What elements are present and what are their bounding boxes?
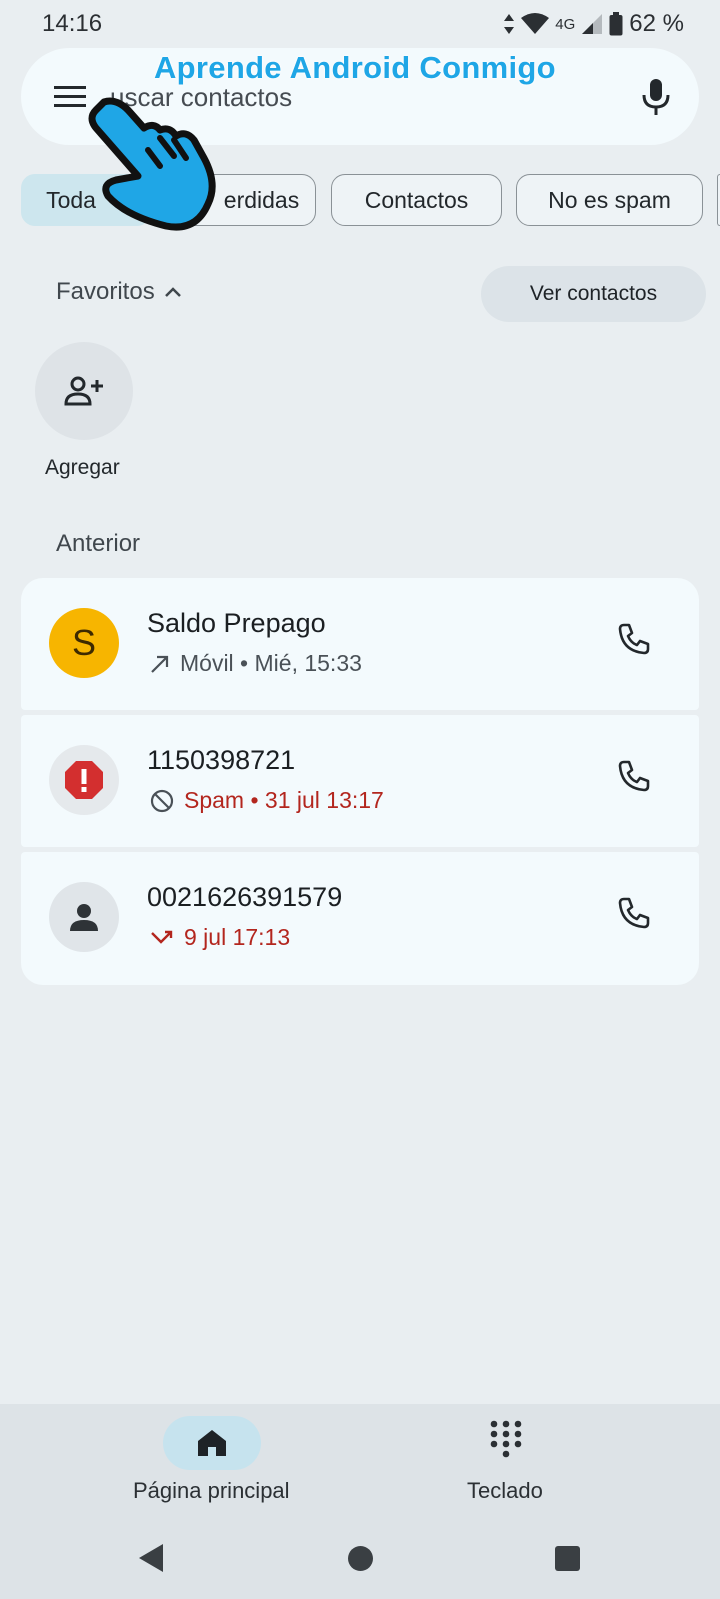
data-arrows-icon <box>504 14 515 34</box>
outgoing-call-icon <box>151 655 169 673</box>
nav-home-button[interactable] <box>163 1416 261 1470</box>
call-row[interactable] <box>21 578 699 710</box>
chip-not-spam[interactable]: No es spam <box>516 174 703 226</box>
recents-icon[interactable] <box>555 1546 580 1571</box>
status-time: 14:16 <box>42 10 103 37</box>
contact-avatar <box>49 882 119 952</box>
call-row[interactable] <box>21 852 699 985</box>
phone-icon <box>618 897 650 929</box>
call-button[interactable] <box>617 759 651 798</box>
chip-label: No es spam <box>548 186 671 213</box>
dialpad-icon[interactable] <box>490 1420 522 1463</box>
battery-icon <box>609 12 623 36</box>
call-details: Spam • 31 jul 13:17 <box>150 787 384 814</box>
pointing-hand-icon <box>76 88 222 239</box>
call-button[interactable] <box>617 622 651 661</box>
phone-icon <box>618 623 650 655</box>
call-detail-text: 9 jul 17:13 <box>184 924 291 950</box>
call-details: 9 jul 17:13 <box>150 924 290 951</box>
wifi-icon <box>521 13 550 34</box>
add-favorite-button[interactable] <box>35 342 133 440</box>
mic-icon[interactable] <box>641 78 671 121</box>
nav-home-label[interactable]: Página principal <box>133 1478 290 1504</box>
nav-keypad-label[interactable]: Teclado <box>467 1478 543 1504</box>
call-name: Saldo Prepago <box>147 608 326 638</box>
call-button[interactable] <box>617 896 651 935</box>
call-detail-text: Spam • 31 jul 13:17 <box>184 787 384 813</box>
avatar: S <box>49 608 119 678</box>
chip-label: Contactos <box>364 186 469 213</box>
spam-avatar <box>49 745 119 815</box>
favorites-header[interactable]: Favoritos <box>56 278 181 306</box>
view-contacts-button[interactable]: Ver contactos <box>481 266 706 322</box>
spam-warning-icon <box>65 761 103 799</box>
chip-label: erdidas <box>223 186 300 213</box>
call-name: 1150398721 <box>147 745 296 775</box>
battery-level: 62 % <box>629 10 684 37</box>
back-icon[interactable] <box>138 1543 164 1578</box>
home-icon <box>198 1430 226 1456</box>
status-icons: 4G 62 % <box>503 10 684 38</box>
call-row[interactable] <box>21 715 699 847</box>
call-detail-text: Móvil • Mié, 15:33 <box>180 650 362 676</box>
favorites-label: Favoritos <box>56 278 155 305</box>
chevron-up-icon <box>164 287 181 297</box>
add-favorite-label: Agregar <box>45 456 120 479</box>
chip-contacts[interactable]: Contactos <box>331 174 502 226</box>
watermark-text: Aprende Android Conmigo <box>154 50 556 85</box>
person-icon <box>70 904 98 931</box>
home-system-icon[interactable] <box>348 1546 373 1571</box>
call-details: Móvil • Mié, 15:33 <box>150 650 362 677</box>
signal-icon <box>582 14 603 34</box>
missed-call-icon <box>151 930 173 944</box>
add-person-icon <box>64 376 103 406</box>
network-type: 4G <box>555 15 576 33</box>
section-header-previous: Anterior <box>56 530 141 557</box>
call-name: 0021626391579 <box>147 882 343 912</box>
phone-icon <box>618 760 650 792</box>
blocked-icon <box>150 789 174 812</box>
